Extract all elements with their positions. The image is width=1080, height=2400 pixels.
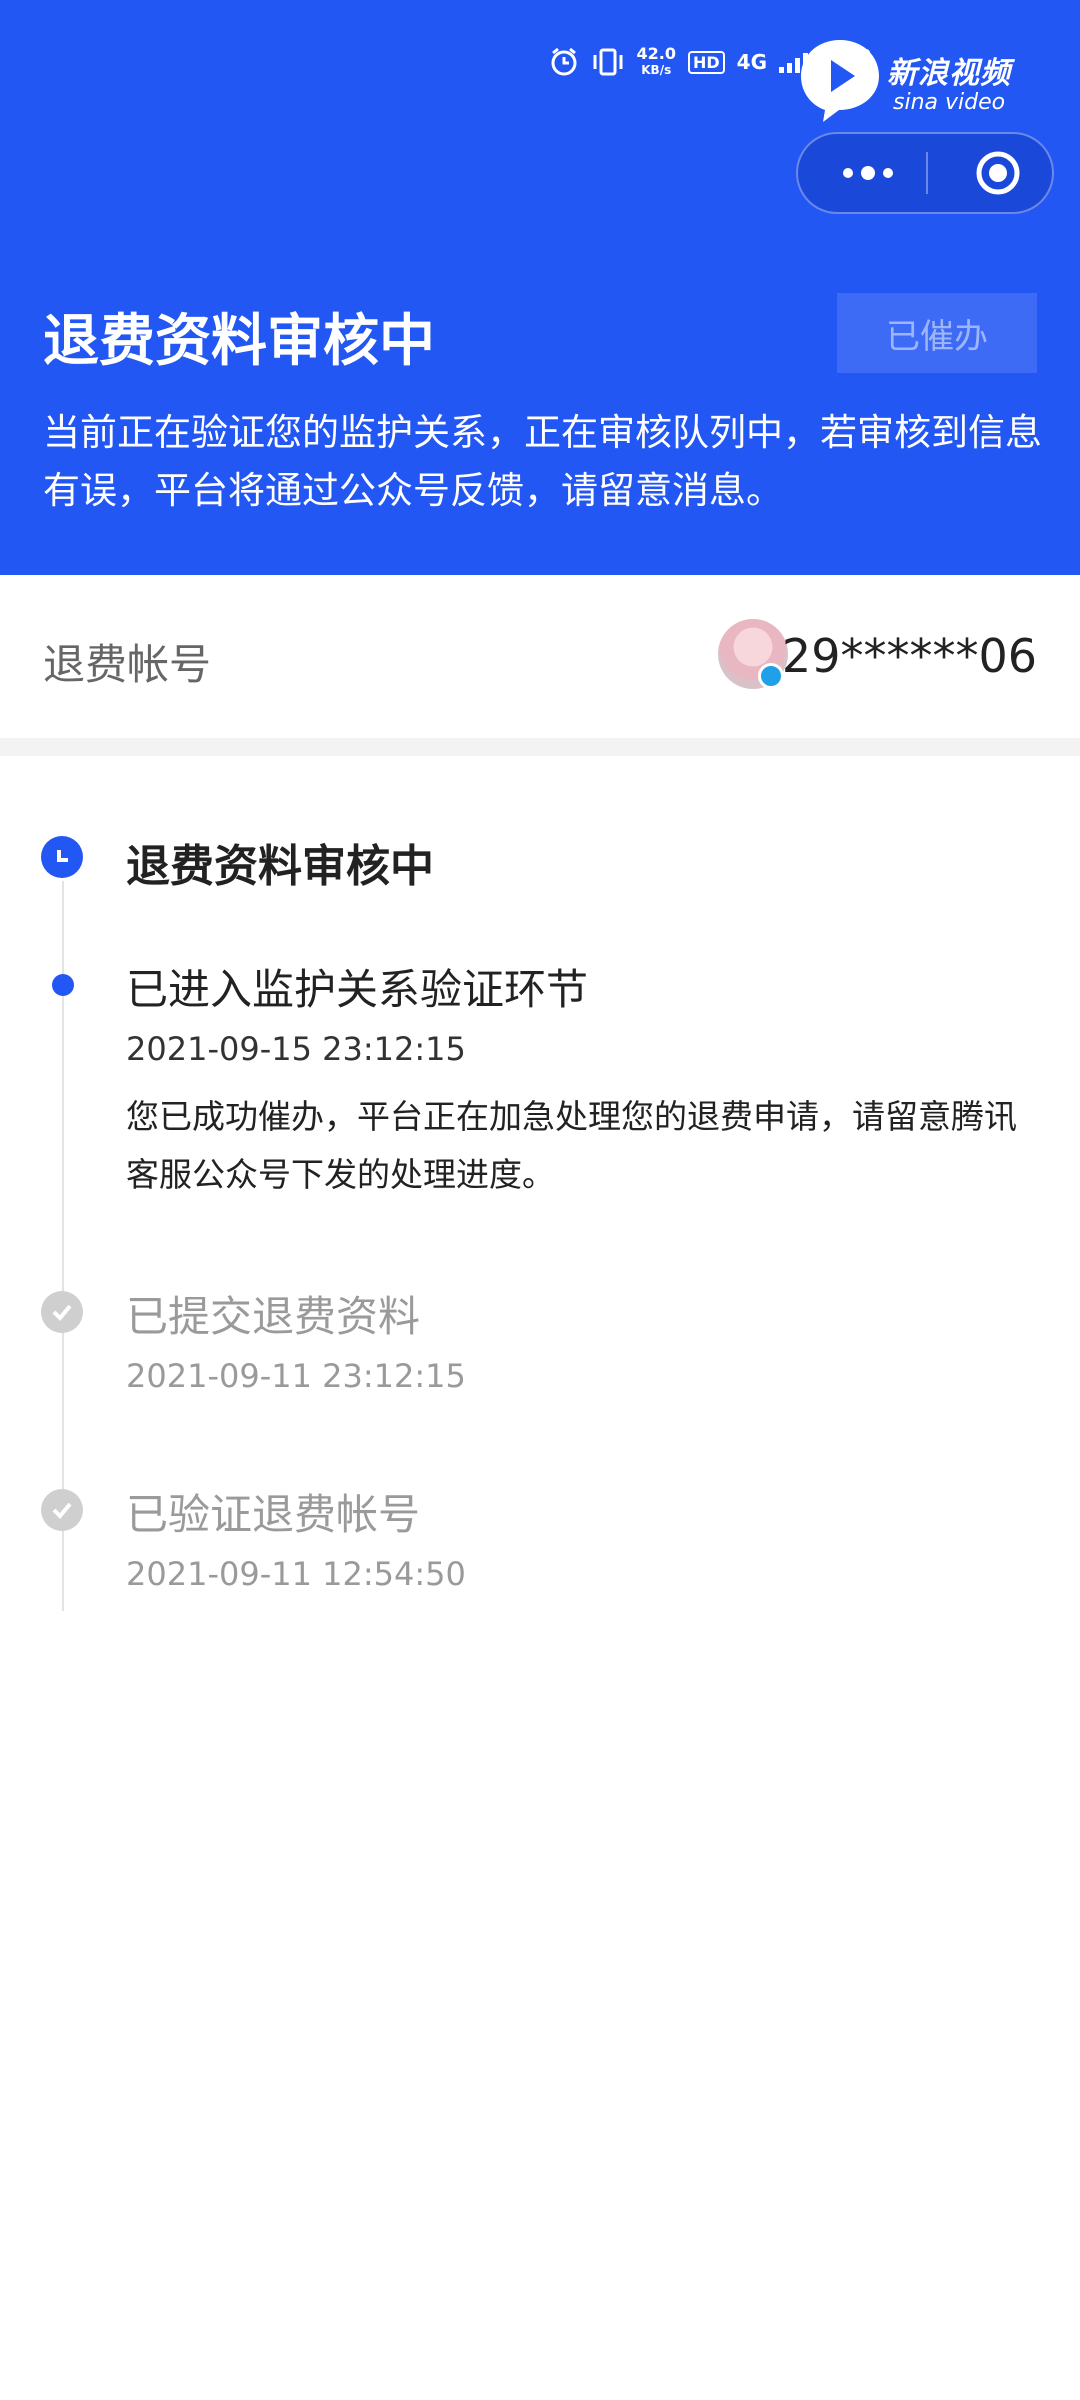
check-icon (41, 1489, 83, 1531)
capsule-divider (926, 152, 928, 194)
urge-button[interactable]: 已催办 (837, 293, 1037, 373)
step-time: 2021-09-15 23:12:15 (126, 1030, 466, 1068)
close-miniprogram-button[interactable] (968, 134, 1028, 212)
section-divider (0, 738, 1080, 756)
watermark-title: 新浪视频 (887, 56, 1011, 91)
net-speed-unit: KB/s (641, 63, 672, 77)
hd-badge: HD (687, 50, 725, 74)
net-speed: 42.0 KB/s (637, 46, 676, 78)
step-title: 已验证退费帐号 (126, 1490, 421, 1539)
step-time: 2021-09-11 23:12:15 (126, 1357, 466, 1395)
page-subtitle: 当前正在验证您的监护关系，正在审核队列中，若审核到信息有误，平台将通过公众号反馈… (43, 411, 1042, 512)
step-title: 退费资料审核中 (126, 841, 434, 892)
clock-icon (41, 836, 83, 878)
step-description: 您已成功催办，平台正在加急处理您的退费申请，请留意腾讯客服公众号下发的处理进度。 (126, 1097, 1017, 1194)
dot-icon (52, 974, 74, 996)
alarm-icon (551, 47, 576, 76)
network-type: 4G (736, 50, 767, 74)
step-title: 已提交退费资料 (126, 1292, 421, 1341)
page-title: 退费资料审核中 (43, 309, 435, 374)
sina-video-watermark: 新浪视频 sina video (795, 30, 1025, 130)
net-speed-value: 42.0 (636, 44, 676, 63)
watermark-subtitle: sina video (893, 90, 1006, 115)
miniprogram-capsule (796, 132, 1054, 214)
account-label: 退费帐号 (43, 640, 212, 689)
step-title: 已进入监护关系验证环节 (126, 965, 589, 1014)
vibrate-icon (593, 48, 622, 76)
check-icon (41, 1291, 83, 1333)
qq-badge-icon (758, 663, 784, 689)
account-number: 29******06 (781, 629, 1037, 683)
more-options-button[interactable] (828, 134, 908, 212)
avatar (718, 619, 788, 689)
header-banner: 42.0 KB/s HD 4G 65 新浪视频 sina video (0, 0, 1080, 575)
target-close-icon (976, 151, 1020, 195)
more-dots-icon (843, 166, 893, 180)
refund-account-row: 退费帐号 29******06 (0, 575, 1080, 738)
sina-video-logo-icon (801, 40, 879, 122)
step-time: 2021-09-11 12:54:50 (126, 1555, 466, 1593)
